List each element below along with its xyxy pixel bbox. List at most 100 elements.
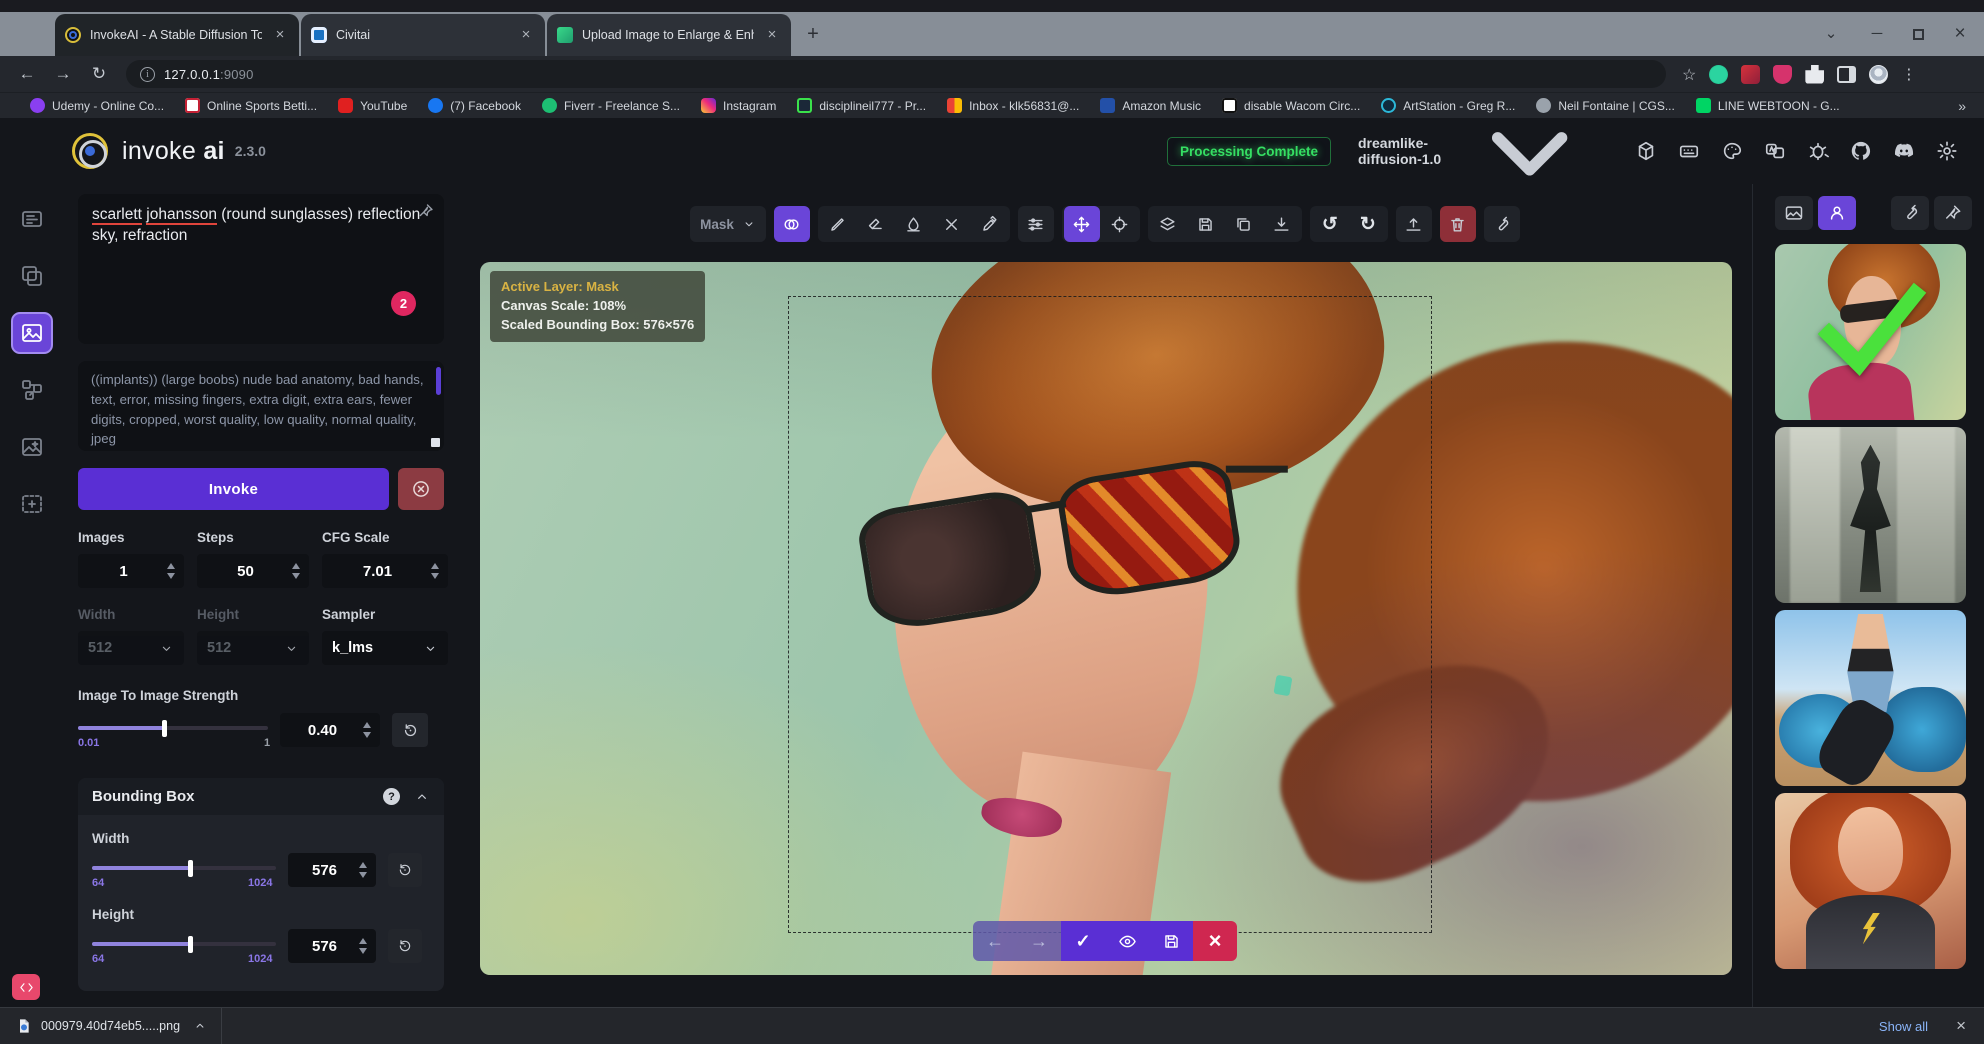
brush-tool-button[interactable]	[820, 206, 856, 242]
move-tool-button[interactable]	[1064, 206, 1100, 242]
accept-image-button[interactable]: ✓	[1061, 921, 1105, 961]
bbox-width-input[interactable]: 576	[288, 853, 376, 887]
i2i-reset-button[interactable]	[392, 713, 428, 747]
tab-image-to-image[interactable]	[11, 255, 53, 297]
tab-invokeai[interactable]: InvokeAI - A Stable Diffusion To ×	[55, 14, 299, 56]
stepper-up-icon[interactable]	[359, 938, 367, 944]
localization-icon[interactable]	[1762, 138, 1788, 164]
eraser-tool-button[interactable]	[858, 206, 894, 242]
slider-thumb[interactable]	[162, 720, 167, 737]
i2i-strength-slider[interactable]: 0.01 1	[78, 713, 268, 751]
tab-upscale[interactable]: Upload Image to Enlarge & Enha ×	[547, 14, 791, 56]
tab-text-to-image[interactable]	[11, 198, 53, 240]
stepper-up-icon[interactable]	[292, 563, 300, 569]
redo-button[interactable]: ↻	[1350, 206, 1386, 242]
browser-menu-icon[interactable]: ⋮	[1901, 65, 1916, 84]
save-to-gallery-button[interactable]	[1188, 206, 1224, 242]
enable-mask-button[interactable]	[774, 206, 810, 242]
stepper-down-icon[interactable]	[359, 948, 367, 954]
gallery-user-tab[interactable]	[1818, 196, 1856, 230]
bookmark-webtoon[interactable]: LINE WEBTOON - G...	[1696, 98, 1840, 113]
discord-icon[interactable]	[1891, 138, 1917, 164]
download-item[interactable]: 000979.40d74eb5.....png	[0, 1008, 221, 1044]
model-select[interactable]: dreamlike-diffusion-1.0	[1348, 134, 1616, 168]
negative-prompt-textarea[interactable]: ((implants)) (large boobs) nude bad anat…	[78, 361, 444, 451]
slider-thumb[interactable]	[188, 860, 193, 877]
color-picker-button[interactable]	[972, 206, 1008, 242]
window-close-button[interactable]: ×	[1950, 20, 1970, 48]
bookmark-facebook[interactable]: (7) Facebook	[428, 98, 521, 113]
bbox-height-input[interactable]: 576	[288, 929, 376, 963]
reset-view-button[interactable]	[1102, 206, 1138, 242]
bookmarks-overflow-icon[interactable]: »	[1958, 98, 1966, 114]
images-input[interactable]: 1	[78, 554, 184, 588]
tab-post-processing[interactable]	[11, 426, 53, 468]
canvas-artwork[interactable]: Active Layer: Mask Canvas Scale: 108% Sc…	[480, 262, 1732, 975]
height-select[interactable]: 512	[197, 631, 309, 665]
extension-grammarly-icon[interactable]	[1709, 65, 1728, 84]
bookmark-fiverr[interactable]: Fiverr - Freelance S...	[542, 98, 680, 113]
bbox-height-reset-button[interactable]	[388, 929, 422, 963]
github-icon[interactable]	[1848, 138, 1874, 164]
bookmark-sports-betting[interactable]: Online Sports Betti...	[185, 98, 317, 113]
copy-to-clipboard-button[interactable]	[1226, 206, 1262, 242]
help-icon[interactable]: ?	[383, 788, 400, 805]
tab-unified-canvas[interactable]	[11, 312, 53, 354]
console-toggle-button[interactable]	[12, 974, 40, 1000]
merge-layers-button[interactable]	[1150, 206, 1186, 242]
save-staged-image-button[interactable]	[1149, 921, 1193, 961]
bbox-height-slider[interactable]: 64 1024	[92, 929, 276, 967]
tab-close-icon[interactable]: ×	[517, 26, 535, 44]
unified-canvas[interactable]: Active Layer: Mask Canvas Scale: 108% Sc…	[458, 184, 1752, 1007]
settings-gear-icon[interactable]	[1934, 138, 1960, 164]
stepper-up-icon[interactable]	[359, 862, 367, 868]
stepper-down-icon[interactable]	[431, 573, 439, 579]
gallery-images-tab[interactable]	[1775, 196, 1813, 230]
cancel-button[interactable]	[398, 468, 444, 510]
i2i-strength-input[interactable]: 0.40	[280, 713, 380, 747]
tab-search-icon[interactable]: ⌄	[1821, 20, 1841, 48]
forward-icon[interactable]: →	[48, 60, 78, 88]
chevron-up-icon[interactable]	[193, 1019, 207, 1033]
tab-close-icon[interactable]: ×	[271, 26, 289, 44]
gallery-thumbnail[interactable]	[1775, 427, 1966, 603]
bookmark-wacom[interactable]: disable Wacom Circ...	[1222, 98, 1360, 113]
report-bug-icon[interactable]	[1805, 138, 1831, 164]
bookmark-udemy[interactable]: Udemy - Online Co...	[30, 98, 164, 113]
extension-adblock-icon[interactable]	[1773, 65, 1792, 84]
window-restore-button[interactable]	[1913, 29, 1924, 40]
cfg-input[interactable]: 7.01	[322, 554, 448, 588]
gallery-pin-button[interactable]	[1934, 196, 1972, 230]
stepper-up-icon[interactable]	[363, 722, 371, 728]
side-panel-icon[interactable]	[1837, 66, 1856, 83]
bookmark-instagram[interactable]: Instagram	[701, 98, 776, 113]
keyboard-shortcuts-icon[interactable]	[1676, 138, 1702, 164]
prompt-textarea[interactable]: scarlett johansson (round sunglasses) re…	[78, 194, 444, 344]
site-info-icon[interactable]: i	[140, 67, 155, 82]
theme-palette-icon[interactable]	[1719, 138, 1745, 164]
stepper-down-icon[interactable]	[359, 872, 367, 878]
undo-button[interactable]: ↺	[1312, 206, 1348, 242]
download-image-button[interactable]	[1264, 206, 1300, 242]
clear-mask-button[interactable]	[934, 206, 970, 242]
back-icon[interactable]: ←	[12, 60, 42, 88]
reload-icon[interactable]: ↻	[84, 60, 114, 88]
stepper-up-icon[interactable]	[431, 563, 439, 569]
gallery-thumbnail[interactable]	[1775, 793, 1966, 969]
gallery-thumbnail-selected[interactable]	[1775, 244, 1966, 420]
bbox-width-reset-button[interactable]	[388, 853, 422, 887]
window-minimize-button[interactable]: ─	[1867, 20, 1887, 48]
bookmark-amazon-music[interactable]: Amazon Music	[1100, 98, 1201, 113]
tab-close-icon[interactable]: ×	[763, 26, 781, 44]
extensions-puzzle-icon[interactable]	[1805, 65, 1824, 84]
previous-image-button[interactable]: ←	[973, 921, 1017, 961]
bookmark-deviantart[interactable]: disciplineil777 - Pr...	[797, 98, 926, 113]
canvas-settings-button[interactable]	[1484, 206, 1520, 242]
tab-civitai[interactable]: Civitai ×	[301, 14, 545, 56]
bounding-box-header[interactable]: Bounding Box ?	[78, 778, 444, 815]
chevron-up-icon[interactable]	[414, 789, 430, 805]
steps-input[interactable]: 50	[197, 554, 309, 588]
stepper-down-icon[interactable]	[363, 732, 371, 738]
stepper-up-icon[interactable]	[167, 563, 175, 569]
discard-image-button[interactable]: ×	[1193, 921, 1237, 961]
